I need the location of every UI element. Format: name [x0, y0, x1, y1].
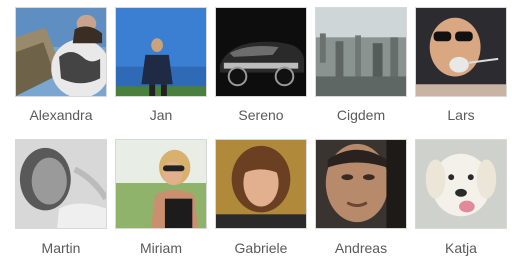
- friend-name[interactable]: Cigdem: [306, 107, 416, 123]
- friend-photo-sereno[interactable]: [215, 7, 307, 97]
- friend-photo-alexandra[interactable]: [15, 7, 107, 97]
- friend-photo-cigdem[interactable]: [315, 7, 407, 97]
- friend-name[interactable]: Miriam: [106, 240, 216, 256]
- friend-photo-jan[interactable]: [115, 7, 207, 97]
- friend-name[interactable]: Alexandra: [6, 107, 116, 123]
- friend-photo-gabriele[interactable]: [215, 139, 307, 229]
- friend-name[interactable]: Jan: [106, 107, 216, 123]
- friend-name[interactable]: Sereno: [206, 107, 316, 123]
- friend-name[interactable]: Katja: [406, 240, 512, 256]
- friend-photo-katja[interactable]: [415, 139, 507, 229]
- friend-photo-andreas[interactable]: [315, 139, 407, 229]
- friend-name[interactable]: Gabriele: [206, 240, 316, 256]
- friend-name[interactable]: Lars: [406, 107, 512, 123]
- friend-photo-miriam[interactable]: [115, 139, 207, 229]
- friend-photo-lars[interactable]: [415, 7, 507, 97]
- friend-photo-martin[interactable]: [15, 139, 107, 229]
- friend-name[interactable]: Andreas: [306, 240, 416, 256]
- friend-name[interactable]: Martin: [6, 240, 116, 256]
